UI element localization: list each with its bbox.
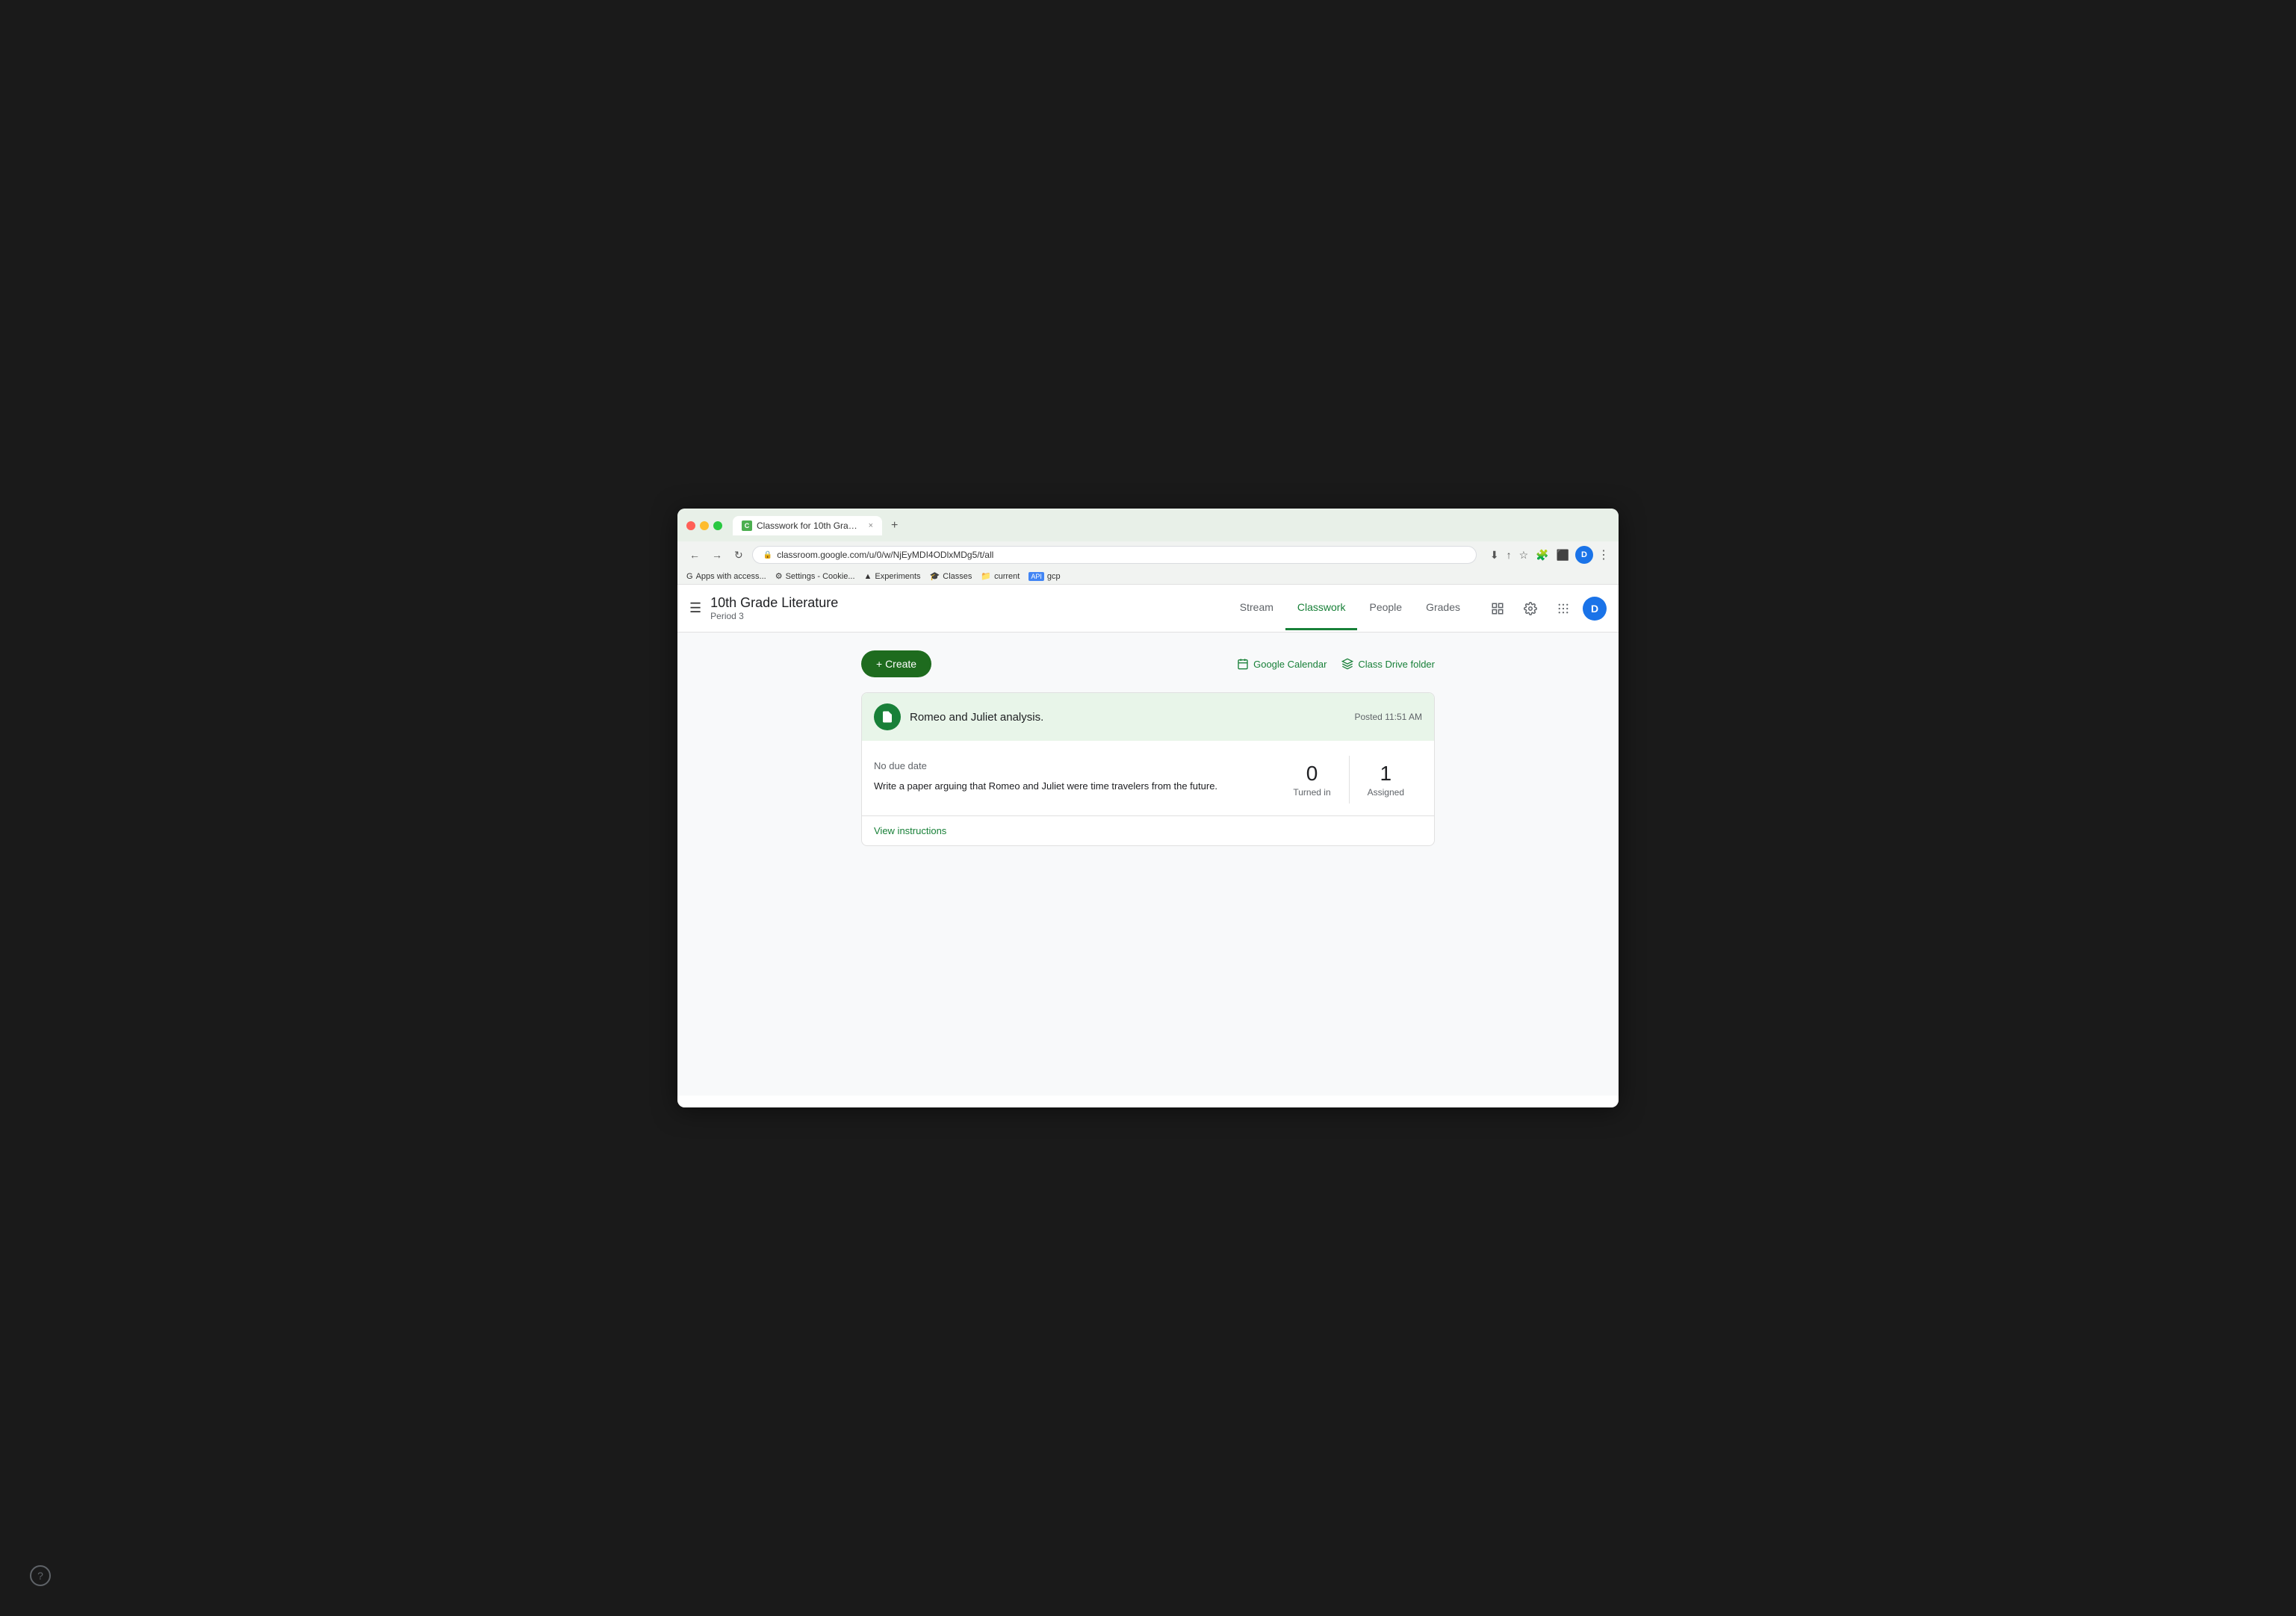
tab-close-button[interactable]: ×: [869, 521, 873, 530]
class-drive-folder-label: Class Drive folder: [1358, 659, 1435, 670]
bookmark-experiments-label: Experiments: [875, 572, 920, 581]
header-nav: Stream Classwork People Grades: [1228, 586, 1472, 630]
header-actions: D: [1484, 595, 1607, 622]
classes-icon: 🎓: [930, 571, 940, 581]
forward-button[interactable]: →: [709, 547, 725, 562]
traffic-lights: [686, 521, 722, 530]
bookmark-current-label: current: [994, 572, 1020, 581]
stat-turned-in: 0 Turned in: [1275, 756, 1348, 804]
view-instructions-link[interactable]: View instructions: [862, 816, 958, 845]
main-content: + Create Google Calendar Class Drive fol…: [677, 633, 1619, 1096]
app-content: ☰ 10th Grade Literature Period 3 Stream …: [677, 585, 1619, 1107]
assignment-body-inner: No due date Write a paper arguing that R…: [862, 741, 1434, 815]
assignment-icon: [874, 703, 901, 730]
bookmark-settings[interactable]: ⚙ Settings - Cookie...: [775, 571, 855, 581]
star-icon[interactable]: ☆: [1518, 547, 1530, 563]
class-name: 10th Grade Literature: [710, 595, 838, 611]
google-calendar-link[interactable]: Google Calendar: [1237, 658, 1327, 670]
folder-icon: 📁: [981, 571, 991, 581]
top-actions: + Create Google Calendar Class Drive fol…: [861, 650, 1435, 677]
assignment-text-section: No due date Write a paper arguing that R…: [874, 760, 1275, 794]
reload-button[interactable]: ↻: [731, 547, 746, 563]
content-wrapper: + Create Google Calendar Class Drive fol…: [849, 650, 1447, 846]
hamburger-button[interactable]: ☰: [689, 600, 701, 616]
stat-assigned: 1 Assigned: [1349, 756, 1422, 804]
turned-in-label: Turned in: [1293, 787, 1330, 798]
google-apps-button[interactable]: [1550, 595, 1577, 622]
classroom-header: ☰ 10th Grade Literature Period 3 Stream …: [677, 585, 1619, 633]
user-avatar-small[interactable]: D: [1575, 546, 1593, 564]
title-bar: C Classwork for 10th Grade Liter… × +: [677, 509, 1619, 541]
browser-window: C Classwork for 10th Grade Liter… × + ← …: [677, 509, 1619, 1107]
bookmarks-bar: G Apps with access... ⚙ Settings - Cooki…: [677, 568, 1619, 585]
assignment-card: Romeo and Juliet analysis. Posted 11:51 …: [861, 692, 1435, 846]
bookmark-settings-label: Settings - Cookie...: [786, 572, 855, 581]
close-traffic-light[interactable]: [686, 521, 695, 530]
user-avatar[interactable]: D: [1583, 597, 1607, 621]
active-tab[interactable]: C Classwork for 10th Grade Liter… ×: [733, 516, 882, 535]
assigned-label: Assigned: [1368, 787, 1404, 798]
class-drive-folder-link[interactable]: Class Drive folder: [1341, 658, 1435, 670]
assignment-description: Write a paper arguing that Romeo and Jul…: [874, 779, 1275, 794]
class-period: Period 3: [710, 611, 838, 621]
class-info: 10th Grade Literature Period 3: [710, 595, 838, 621]
google-icon: G: [686, 572, 693, 581]
tab-title: Classwork for 10th Grade Liter…: [757, 520, 860, 531]
back-button[interactable]: ←: [686, 547, 703, 562]
new-tab-button[interactable]: +: [885, 516, 904, 535]
share-icon[interactable]: ↑: [1505, 547, 1513, 562]
assignment-posted: Posted 11:51 AM: [1354, 712, 1422, 722]
tab-classwork[interactable]: Classwork: [1285, 586, 1358, 630]
lock-icon: 🔒: [763, 551, 772, 559]
extension-icon[interactable]: 🧩: [1534, 547, 1550, 563]
assignment-title: Romeo and Juliet analysis.: [910, 711, 1043, 724]
bookmark-apps-label: Apps with access...: [696, 572, 766, 581]
assignment-header: Romeo and Juliet analysis. Posted 11:51 …: [862, 693, 1434, 741]
address-bar[interactable]: 🔒 classroom.google.com/u/0/w/NjEyMDI4ODl…: [752, 546, 1477, 564]
bookmark-classes-label: Classes: [943, 572, 972, 581]
google-calendar-label: Google Calendar: [1253, 659, 1327, 670]
address-bar-row: ← → ↻ 🔒 classroom.google.com/u/0/w/NjEyM…: [677, 541, 1619, 568]
tab-grades[interactable]: Grades: [1414, 586, 1472, 630]
tab-people[interactable]: People: [1357, 586, 1414, 630]
create-button[interactable]: + Create: [861, 650, 931, 677]
more-options-button[interactable]: ⋮: [1598, 547, 1610, 562]
settings-icon: ⚙: [775, 571, 783, 581]
bookmark-experiments[interactable]: ▲ Experiments: [864, 572, 921, 581]
assigned-number: 1: [1368, 762, 1404, 786]
address-actions: ⬇ ↑ ☆ 🧩 ⬛ D ⋮: [1489, 546, 1610, 564]
assignment-title-row: Romeo and Juliet analysis.: [874, 703, 1043, 730]
experiments-icon: ▲: [864, 572, 872, 581]
quick-links: Google Calendar Class Drive folder: [1237, 658, 1435, 670]
api-icon: API: [1028, 572, 1044, 581]
tab-bar: C Classwork for 10th Grade Liter… × +: [733, 516, 904, 535]
bookmark-gcp[interactable]: API gcp: [1028, 572, 1060, 581]
settings-button[interactable]: [1517, 595, 1544, 622]
url-text: classroom.google.com/u/0/w/NjEyMDI4ODlxM…: [777, 550, 993, 560]
bookmark-gcp-label: gcp: [1047, 572, 1061, 581]
tab-favicon: C: [742, 520, 752, 531]
fullscreen-traffic-light[interactable]: [713, 521, 722, 530]
bookmark-classes[interactable]: 🎓 Classes: [930, 571, 972, 581]
turned-in-number: 0: [1293, 762, 1330, 786]
download-icon[interactable]: ⬇: [1489, 547, 1501, 563]
stats-row: 0 Turned in 1 Assigned: [1275, 756, 1422, 804]
tab-stream[interactable]: Stream: [1228, 586, 1285, 630]
calendar-view-button[interactable]: [1484, 595, 1511, 622]
sidebar-icon[interactable]: ⬛: [1555, 547, 1571, 563]
bookmark-current[interactable]: 📁 current: [981, 571, 1020, 581]
assignment-due-date: No due date: [874, 760, 1275, 771]
bookmark-apps[interactable]: G Apps with access...: [686, 572, 766, 581]
minimize-traffic-light[interactable]: [700, 521, 709, 530]
